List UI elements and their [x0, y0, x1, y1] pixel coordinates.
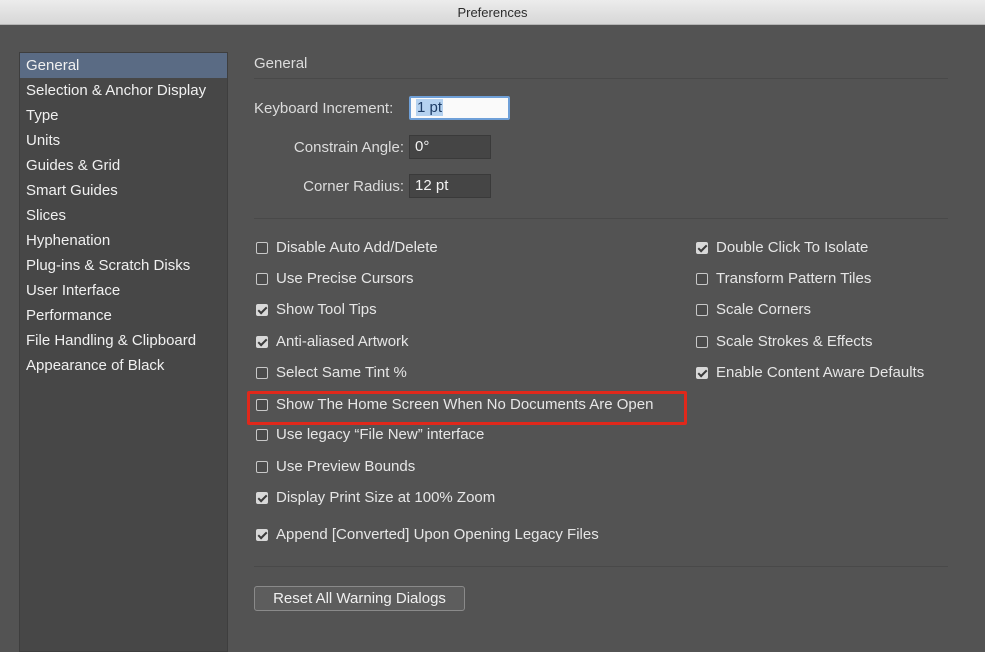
checkbox[interactable]: [256, 241, 268, 254]
option-label: Use legacy “File New” interface: [276, 426, 485, 443]
option-label: Scale Corners: [716, 301, 812, 318]
option-scale-corners[interactable]: Scale Corners: [696, 301, 811, 318]
option-label: Double Click To Isolate: [716, 239, 869, 256]
checkbox[interactable]: [696, 303, 708, 316]
section-title: General: [254, 55, 308, 72]
sidebar-item-general[interactable]: General: [20, 53, 227, 78]
checkbox[interactable]: [256, 428, 268, 441]
option-label: Disable Auto Add/Delete: [276, 239, 438, 256]
option-disable-auto-add-delete[interactable]: Disable Auto Add/Delete: [256, 239, 438, 256]
corner-radius-input[interactable]: 12 pt: [409, 174, 491, 198]
sidebar-item-type[interactable]: Type: [20, 103, 227, 128]
option-label: Display Print Size at 100% Zoom: [276, 489, 496, 506]
option-transform-pattern-tiles[interactable]: Transform Pattern Tiles: [696, 270, 871, 287]
option-label: Scale Strokes & Effects: [716, 333, 873, 350]
option-anti-aliased-artwork[interactable]: Anti-aliased Artwork: [256, 333, 409, 350]
sidebar-item-selection-anchor-display[interactable]: Selection & Anchor Display: [20, 78, 227, 103]
sidebar-item-appearance-of-black[interactable]: Appearance of Black: [20, 353, 227, 378]
option-use-legacy-file-new[interactable]: Use legacy “File New” interface: [256, 426, 484, 443]
option-use-precise-cursors[interactable]: Use Precise Cursors: [256, 270, 414, 287]
checkbox-checked[interactable]: [696, 241, 708, 254]
checkbox-checked[interactable]: [696, 366, 708, 379]
checkbox[interactable]: [696, 335, 708, 348]
checkbox[interactable]: [256, 366, 268, 379]
checkbox-checked[interactable]: [256, 303, 268, 316]
checkbox-checked[interactable]: [256, 335, 268, 348]
sidebar-item-performance[interactable]: Performance: [20, 303, 227, 328]
sidebar-item-plugins-scratch-disks[interactable]: Plug-ins & Scratch Disks: [20, 253, 227, 278]
checkbox[interactable]: [696, 272, 708, 285]
option-scale-strokes-effects[interactable]: Scale Strokes & Effects: [696, 333, 872, 350]
checkbox[interactable]: [256, 272, 268, 285]
checkbox-checked[interactable]: [256, 528, 268, 541]
section-divider: [254, 78, 948, 79]
highlight-annotation: [247, 391, 687, 425]
option-label: Anti-aliased Artwork: [276, 333, 409, 350]
reset-all-warning-dialogs-button[interactable]: Reset All Warning Dialogs: [254, 586, 465, 611]
sidebar-item-units[interactable]: Units: [20, 128, 227, 153]
sidebar-item-guides-grid[interactable]: Guides & Grid: [20, 153, 227, 178]
option-select-same-tint[interactable]: Select Same Tint %: [256, 364, 407, 381]
keyboard-increment-input[interactable]: 1 pt: [409, 96, 510, 120]
checkbox[interactable]: [256, 460, 268, 473]
preferences-sidebar: General Selection & Anchor Display Type …: [19, 52, 228, 652]
sidebar-item-smart-guides[interactable]: Smart Guides: [20, 178, 227, 203]
option-use-preview-bounds[interactable]: Use Preview Bounds: [256, 458, 415, 475]
sidebar-item-user-interface[interactable]: User Interface: [20, 278, 227, 303]
option-label: Enable Content Aware Defaults: [716, 364, 925, 381]
option-label: Append [Converted] Upon Opening Legacy F…: [276, 526, 599, 543]
constrain-angle-label: Constrain Angle:: [293, 139, 404, 156]
window-title: Preferences: [0, 0, 985, 25]
option-append-converted[interactable]: Append [Converted] Upon Opening Legacy F…: [256, 526, 599, 543]
option-label: Use Precise Cursors: [276, 270, 414, 287]
keyboard-increment-label: Keyboard Increment:: [254, 100, 394, 117]
option-label: Transform Pattern Tiles: [716, 270, 872, 287]
sidebar-item-file-handling-clipboard[interactable]: File Handling & Clipboard: [20, 328, 227, 353]
corner-radius-label: Corner Radius:: [303, 178, 404, 195]
checkbox-checked[interactable]: [256, 491, 268, 504]
option-label: Select Same Tint %: [276, 364, 407, 381]
option-display-print-size[interactable]: Display Print Size at 100% Zoom: [256, 489, 495, 506]
option-label: Use Preview Bounds: [276, 458, 416, 475]
constrain-angle-input[interactable]: 0°: [409, 135, 491, 159]
fields-divider: [254, 218, 948, 219]
option-double-click-to-isolate[interactable]: Double Click To Isolate: [696, 239, 868, 256]
option-enable-content-aware-defaults[interactable]: Enable Content Aware Defaults: [696, 364, 924, 381]
sidebar-item-slices[interactable]: Slices: [20, 203, 227, 228]
option-label: Show Tool Tips: [276, 301, 377, 318]
option-show-tool-tips[interactable]: Show Tool Tips: [256, 301, 377, 318]
sidebar-item-hyphenation[interactable]: Hyphenation: [20, 228, 227, 253]
options-divider: [254, 566, 948, 567]
